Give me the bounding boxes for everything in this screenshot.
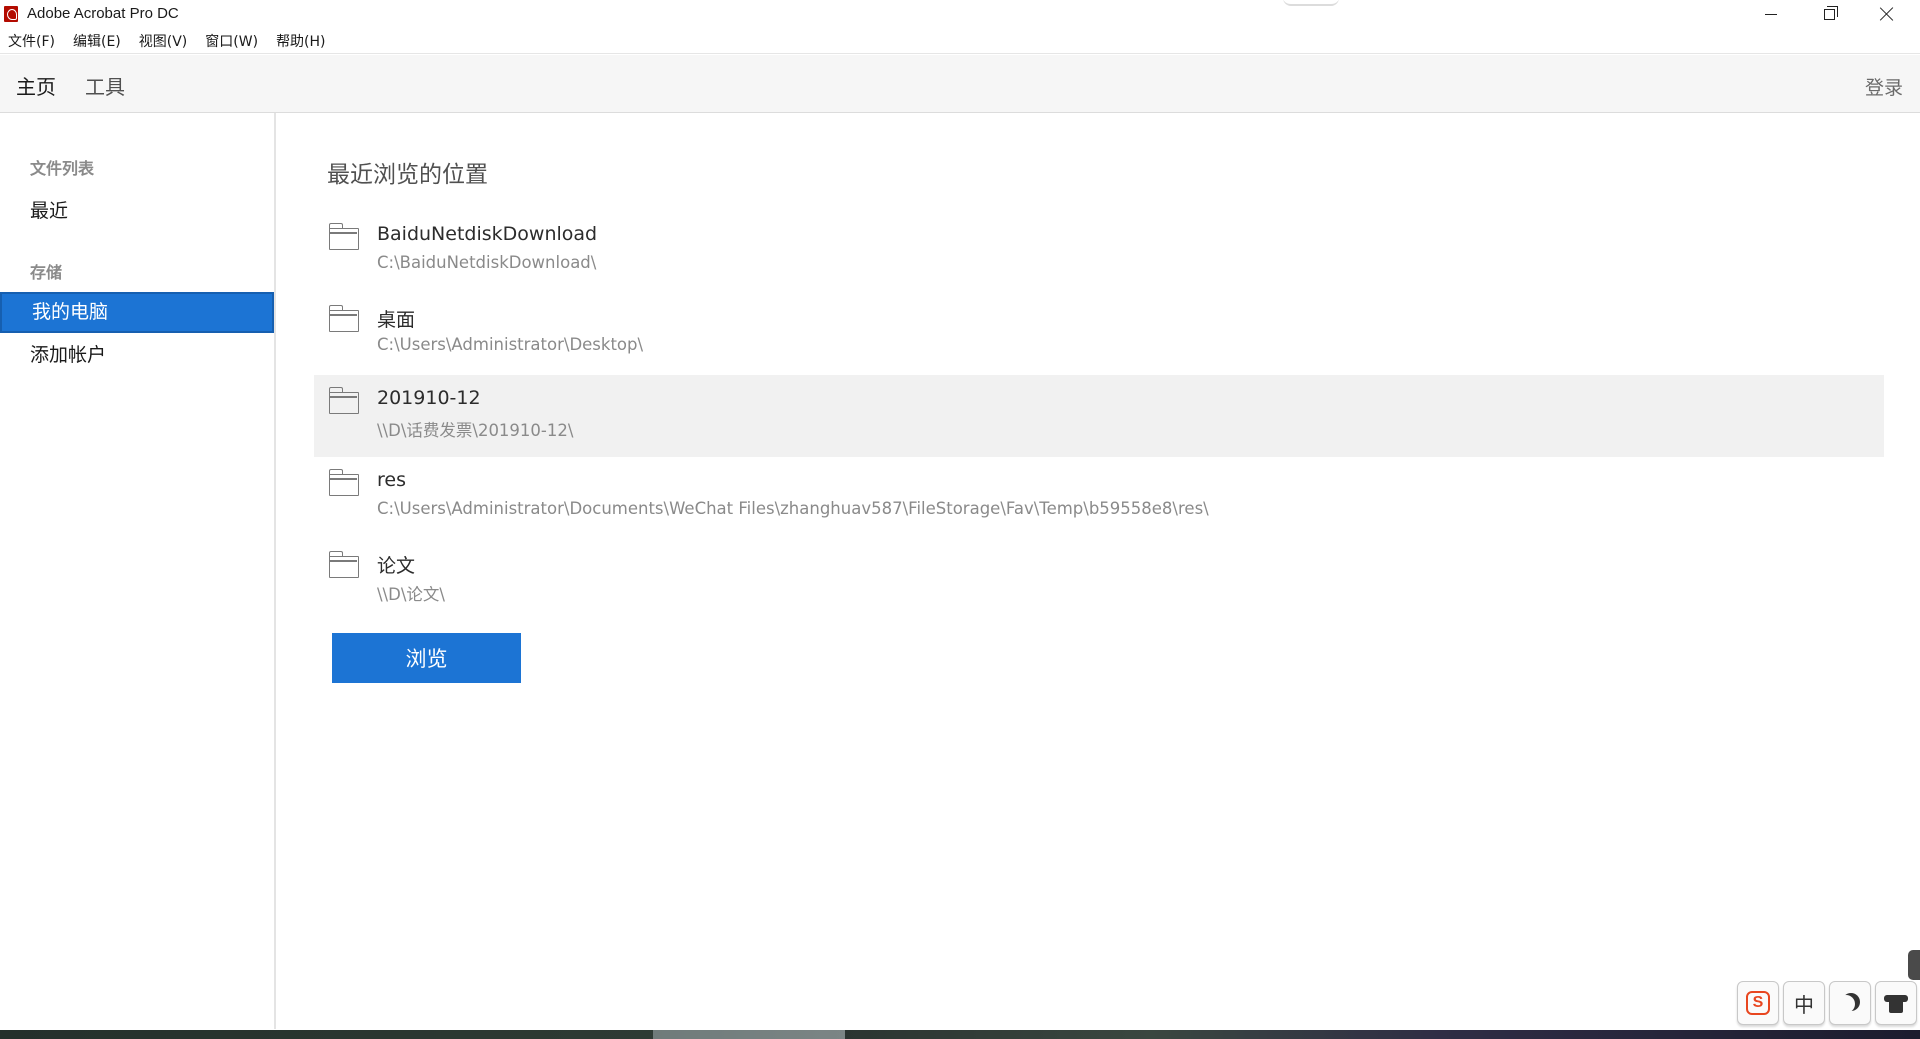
list-item[interactable]: 论文 \\D\论文\ bbox=[314, 539, 1884, 621]
location-name: res bbox=[377, 469, 406, 491]
top-decoration bbox=[1283, 0, 1339, 6]
location-name: 201910-12 bbox=[377, 387, 481, 409]
location-path: \\D\论文\ bbox=[377, 585, 445, 604]
ime-toolbar: S 中 bbox=[1737, 981, 1920, 1029]
title-bar: Adobe Acrobat Pro DC bbox=[0, 0, 1920, 28]
window-title: Adobe Acrobat Pro DC bbox=[27, 5, 179, 22]
main-content: 最近浏览的位置 BaiduNetdiskDownload C:\BaiduNet… bbox=[278, 113, 1920, 1029]
sidebar-item-my-computer[interactable]: 我的电脑 bbox=[0, 292, 274, 333]
taskbar-strip bbox=[0, 1030, 1920, 1039]
sogou-icon: S bbox=[1746, 991, 1770, 1015]
moon-icon bbox=[1837, 995, 1855, 1013]
list-item[interactable]: 201910-12 \\D\话费发票\201910-12\ bbox=[314, 375, 1884, 457]
language-toggle-button[interactable]: 中 bbox=[1783, 981, 1825, 1025]
menu-file[interactable]: 文件(F) bbox=[8, 31, 55, 51]
folder-icon bbox=[328, 223, 359, 250]
menu-bar: 文件(F) 编辑(E) 视图(V) 窗口(W) 帮助(H) bbox=[0, 28, 1920, 54]
tab-tools[interactable]: 工具 bbox=[85, 71, 125, 113]
folder-icon bbox=[328, 305, 359, 332]
sogou-button[interactable]: S bbox=[1737, 981, 1779, 1025]
punctuation-mode-button[interactable] bbox=[1829, 981, 1871, 1025]
list-item[interactable]: res C:\Users\Administrator\Documents\WeC… bbox=[314, 457, 1884, 539]
acrobat-app-icon bbox=[4, 6, 18, 22]
folder-icon bbox=[328, 469, 359, 496]
list-item[interactable]: 桌面 C:\Users\Administrator\Desktop\ bbox=[314, 293, 1884, 375]
tab-home[interactable]: 主页 bbox=[16, 71, 56, 116]
top-navigation: 主页 工具 登录 bbox=[0, 55, 1920, 116]
menu-view[interactable]: 视图(V) bbox=[139, 31, 188, 51]
recent-locations-list: BaiduNetdiskDownload C:\BaiduNetdiskDown… bbox=[314, 211, 1884, 621]
folder-icon bbox=[328, 551, 359, 578]
location-name: 论文 bbox=[377, 555, 416, 577]
sidebar-item-recent[interactable]: 最近 bbox=[0, 191, 274, 232]
list-item[interactable]: BaiduNetdiskDownload C:\BaiduNetdiskDown… bbox=[314, 211, 1884, 293]
skin-button[interactable] bbox=[1875, 981, 1917, 1025]
location-name: 桌面 bbox=[377, 309, 416, 331]
sidebar-item-add-account[interactable]: 添加帐户 bbox=[0, 335, 274, 376]
minimize-button[interactable] bbox=[1742, 0, 1800, 28]
language-indicator: 中 bbox=[1794, 992, 1814, 1017]
location-path: \\D\话费发票\201910-12\ bbox=[377, 421, 574, 440]
page-title: 最近浏览的位置 bbox=[327, 162, 488, 188]
sidebar-heading-storage: 存储 bbox=[30, 263, 63, 282]
location-path: C:\BaiduNetdiskDownload\ bbox=[377, 253, 597, 272]
maximize-button[interactable] bbox=[1800, 0, 1858, 28]
menu-help[interactable]: 帮助(H) bbox=[276, 31, 325, 51]
menu-edit[interactable]: 编辑(E) bbox=[73, 31, 121, 51]
sign-in-link[interactable]: 登录 bbox=[1865, 73, 1903, 100]
location-name: BaiduNetdiskDownload bbox=[377, 223, 598, 245]
edge-handle[interactable] bbox=[1908, 950, 1920, 980]
sidebar: 文件列表 最近 存储 我的电脑 添加帐户 bbox=[0, 113, 276, 1029]
browse-button[interactable]: 浏览 bbox=[332, 633, 521, 683]
folder-icon bbox=[328, 387, 359, 414]
minimize-icon bbox=[1765, 13, 1777, 15]
close-button[interactable] bbox=[1858, 0, 1916, 28]
location-path: C:\Users\Administrator\Documents\WeChat … bbox=[377, 499, 1209, 518]
menu-window[interactable]: 窗口(W) bbox=[205, 31, 258, 51]
close-icon bbox=[1880, 7, 1894, 21]
maximize-icon bbox=[1823, 5, 1838, 20]
skin-shirt-icon bbox=[1884, 993, 1908, 1013]
location-path: C:\Users\Administrator\Desktop\ bbox=[377, 335, 644, 354]
sidebar-heading-files: 文件列表 bbox=[30, 159, 95, 178]
